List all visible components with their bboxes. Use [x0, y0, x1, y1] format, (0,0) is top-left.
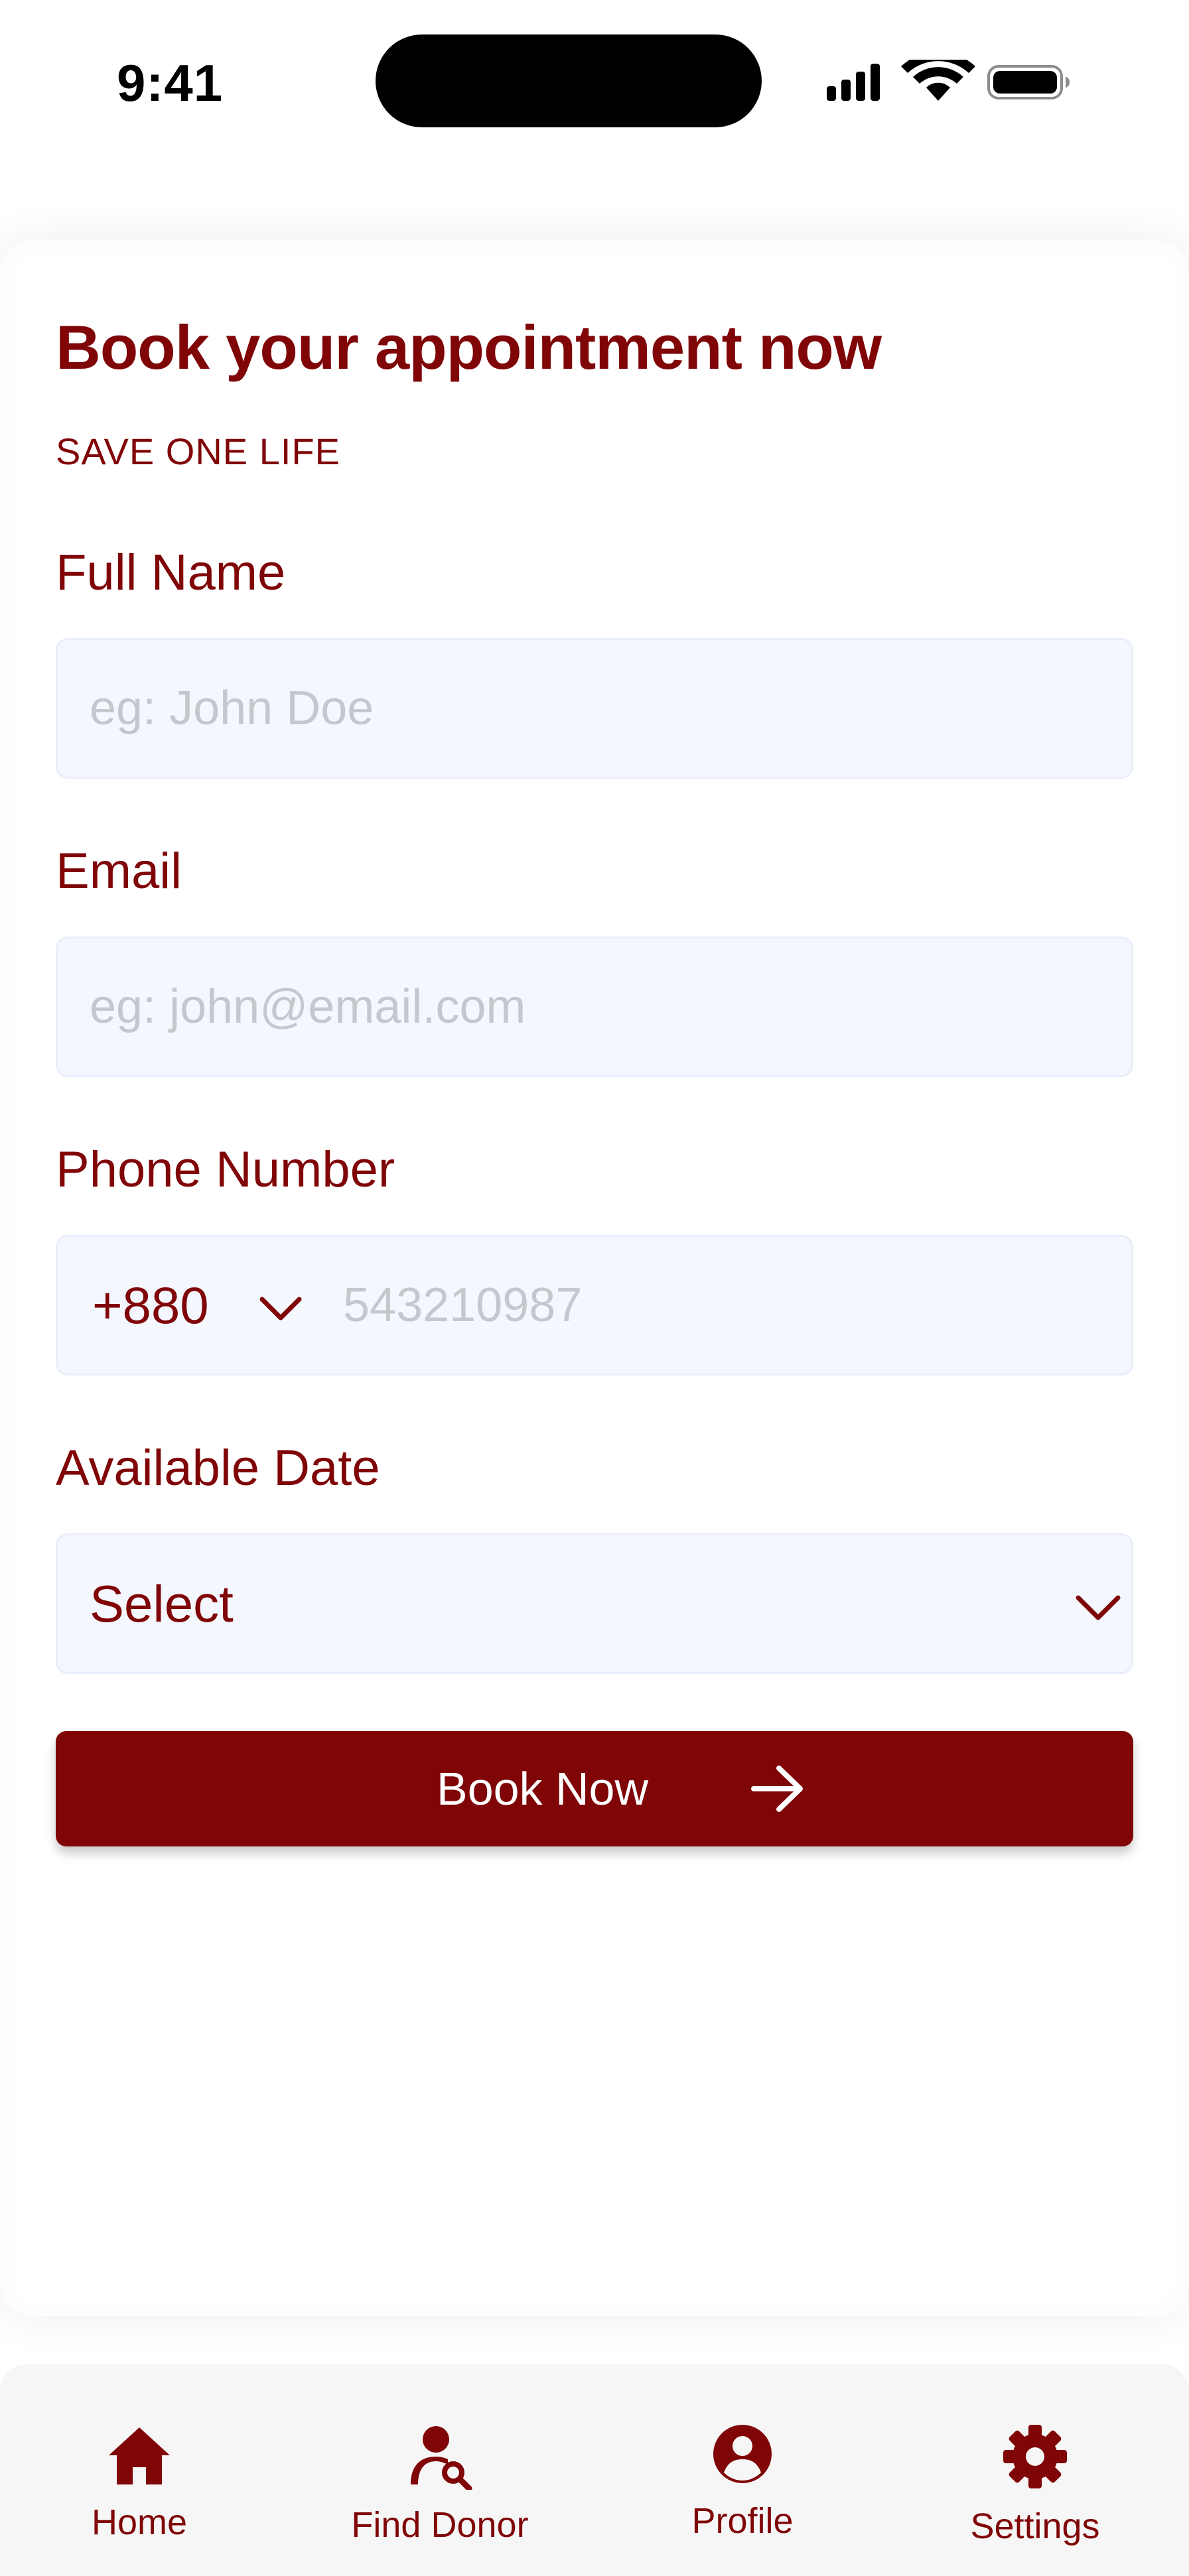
status-bar: 9:41	[0, 0, 1189, 166]
chevron-down-icon[interactable]	[257, 1285, 305, 1332]
phone-label: Phone Number	[56, 1141, 395, 1198]
phone-input[interactable]	[343, 1237, 1106, 1374]
nav-item-profile[interactable]: Profile	[623, 2364, 862, 2576]
nav-item-settings[interactable]: Settings	[916, 2364, 1154, 2576]
book-now-label: Book Now	[437, 1763, 649, 1815]
phone-field: +880	[56, 1235, 1133, 1376]
arrow-right-icon	[751, 1766, 803, 1812]
chevron-down-icon	[1076, 1595, 1121, 1620]
date-select-value: Select	[90, 1574, 234, 1633]
gear-icon	[1003, 2425, 1067, 2488]
nav-item-find-donor[interactable]: Find Donor	[320, 2364, 559, 2576]
full-name-label: Full Name	[56, 545, 286, 601]
email-label: Email	[56, 843, 182, 899]
battery-icon	[987, 65, 1070, 99]
status-time: 9:41	[117, 54, 224, 112]
date-label: Available Date	[56, 1440, 380, 1496]
email-input[interactable]	[90, 938, 1098, 1075]
full-name-field[interactable]	[56, 638, 1133, 779]
country-code-value: +880	[92, 1275, 209, 1334]
nav-label-home: Home	[91, 2502, 188, 2542]
bottom-nav: Home Find Donor Profile Settings	[0, 2364, 1189, 2576]
country-code-selector[interactable]: +880	[92, 1237, 209, 1374]
nav-item-home[interactable]: Home	[20, 2364, 259, 2576]
nav-label-settings: Settings	[970, 2506, 1100, 2546]
page-subtitle: SAVE ONE LIFE	[56, 430, 340, 472]
wifi-icon	[901, 60, 975, 101]
full-name-input[interactable]	[90, 640, 1098, 777]
find-donor-icon	[411, 2426, 472, 2490]
nav-label-profile: Profile	[691, 2501, 794, 2541]
date-select[interactable]: Select	[56, 1533, 1133, 1674]
dynamic-island	[376, 34, 762, 127]
email-field[interactable]	[56, 936, 1133, 1077]
signal-icon	[827, 64, 880, 101]
nav-label-find-donor: Find Donor	[351, 2505, 529, 2545]
home-icon	[109, 2427, 170, 2484]
status-icons	[827, 60, 1070, 101]
book-now-button[interactable]: Book Now	[56, 1731, 1133, 1846]
page-title: Book your appointment now	[56, 312, 882, 382]
profile-icon	[713, 2425, 772, 2483]
